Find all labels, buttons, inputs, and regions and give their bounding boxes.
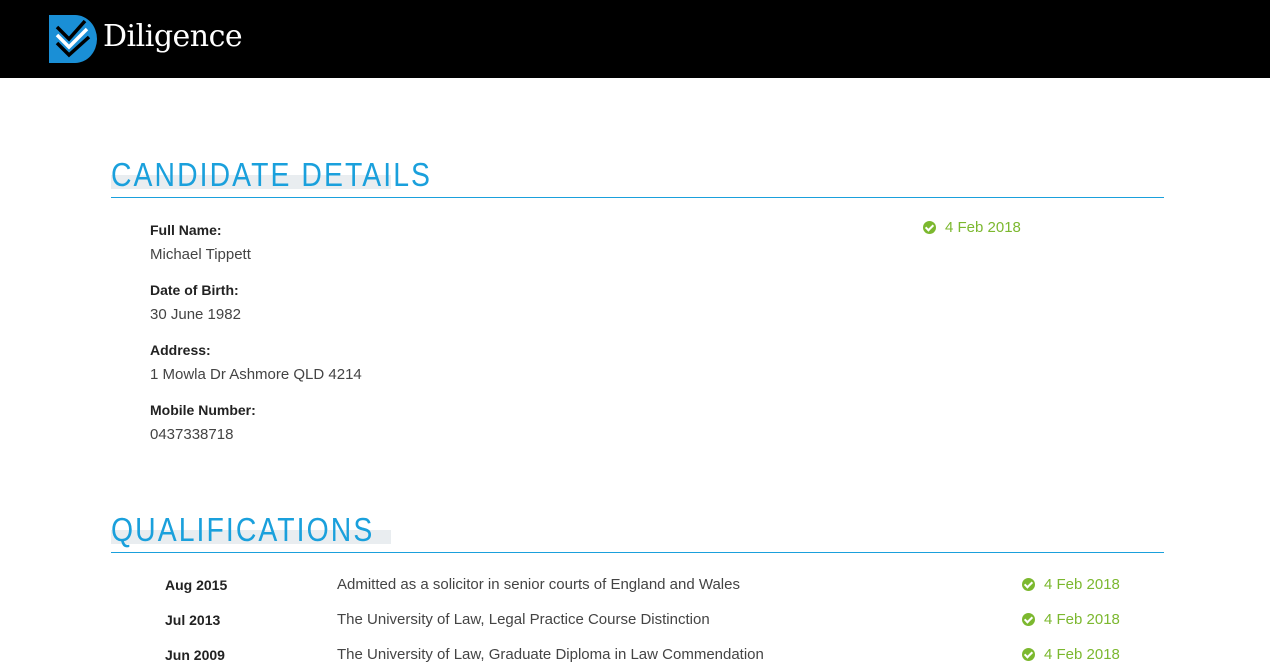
diligence-logo-icon [49, 15, 97, 63]
mobile-value: 0437338718 [150, 426, 234, 443]
qualification-description: The University of Law, Legal Practice Co… [337, 611, 710, 628]
check-circle-icon [1022, 613, 1035, 626]
qualification-verified-badge: 4 Feb 2018 [1022, 611, 1120, 628]
top-header-bar: Diligence [0, 0, 1270, 78]
verified-date: 4 Feb 2018 [1044, 576, 1120, 593]
qualification-verified-badge: 4 Feb 2018 [1022, 576, 1120, 593]
full-name-label: Full Name: [150, 222, 222, 238]
check-circle-icon [1022, 648, 1035, 661]
address-value: 1 Mowla Dr Ashmore QLD 4214 [150, 366, 362, 383]
qualification-date: Jul 2013 [165, 612, 221, 628]
mobile-label: Mobile Number: [150, 402, 256, 418]
check-circle-icon [1022, 578, 1035, 591]
verified-date: 4 Feb 2018 [945, 219, 1021, 236]
dob-value: 30 June 1982 [150, 306, 241, 323]
qualifications-header: QUALIFICATIONS [111, 509, 1164, 553]
verified-date: 4 Feb 2018 [1044, 646, 1120, 663]
qualification-description: The University of Law, Graduate Diploma … [337, 646, 764, 663]
qualifications-title: QUALIFICATIONS [111, 511, 375, 548]
full-name-value: Michael Tippett [150, 246, 251, 263]
check-circle-icon [923, 221, 936, 234]
qualification-verified-badge: 4 Feb 2018 [1022, 646, 1120, 663]
brand-logo[interactable]: Diligence [49, 15, 243, 63]
qualification-date: Jun 2009 [165, 647, 225, 663]
verified-date: 4 Feb 2018 [1044, 611, 1120, 628]
candidate-details-header: CANDIDATE DETAILS [111, 154, 1164, 198]
candidate-verified-badge: 4 Feb 2018 [923, 219, 1021, 236]
brand-name: Diligence [103, 19, 243, 54]
candidate-details-title: CANDIDATE DETAILS [111, 156, 433, 193]
qualification-date: Aug 2015 [165, 577, 228, 593]
address-label: Address: [150, 342, 211, 358]
qualification-description: Admitted as a solicitor in senior courts… [337, 576, 740, 593]
dob-label: Date of Birth: [150, 282, 239, 298]
